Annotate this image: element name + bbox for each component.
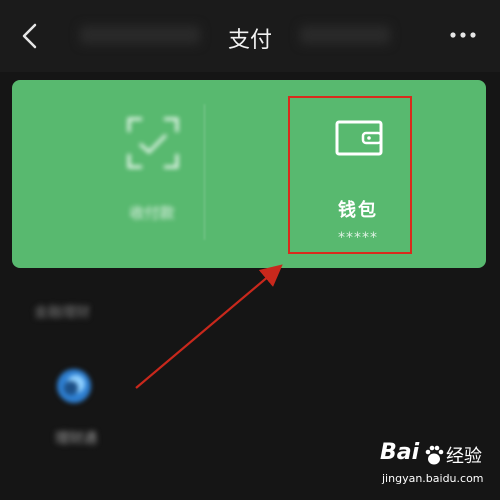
- watermark-cn: 经验: [446, 446, 482, 467]
- baidu-jingyan-watermark: Bai 经验 jingyan.baidu.com: [380, 438, 496, 496]
- licaitong-icon[interactable]: [54, 366, 94, 406]
- scan-frame-icon: [127, 117, 179, 169]
- paw-logo-icon: [425, 445, 444, 465]
- watermark-logo: Bai: [380, 440, 420, 465]
- watermark-url: jingyan.baidu.com: [382, 472, 484, 485]
- wallet-highlight-box: [288, 96, 412, 254]
- card-divider: [204, 104, 205, 240]
- scan-pay-label: 收付款: [129, 204, 175, 222]
- more-dots-icon[interactable]: [448, 30, 478, 40]
- section-title: 金融理财: [34, 305, 90, 321]
- payment-card: 收付款 钱包 *****: [12, 80, 486, 268]
- top-bar: 支付: [0, 0, 500, 72]
- scan-pay-button[interactable]: 收付款: [92, 98, 212, 248]
- page-title: 支付: [227, 28, 272, 53]
- licaitong-label[interactable]: 理财通: [44, 428, 108, 448]
